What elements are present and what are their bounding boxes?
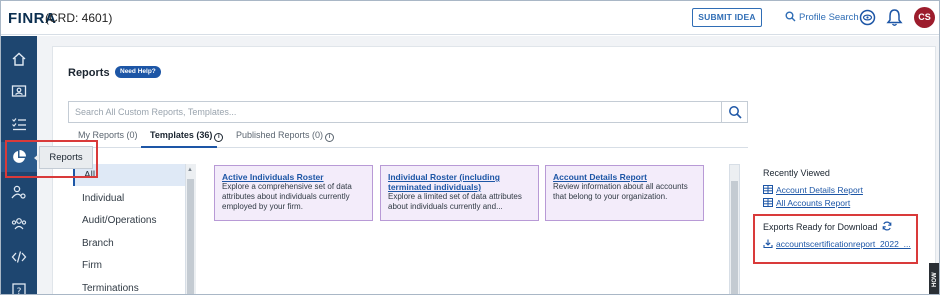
sidebar-item-help[interactable]: ?: [1, 275, 37, 295]
bell-icon[interactable]: [886, 8, 903, 27]
filter-item-terminations[interactable]: Terminations: [82, 283, 139, 294]
recent-report-link[interactable]: Account Details Report: [763, 185, 863, 195]
recent-report-label: All Accounts Report: [776, 198, 851, 208]
tab-templates[interactable]: Templates (36) i: [150, 130, 224, 142]
search-input[interactable]: Search All Custom Reports, Templates...: [75, 107, 236, 117]
need-help-badge[interactable]: Need Help?: [115, 66, 161, 78]
search-button[interactable]: [721, 102, 747, 122]
table-icon: [763, 185, 773, 194]
tab-label: Published Reports (0): [236, 130, 324, 140]
card-description: Review information about all accounts th…: [553, 182, 688, 201]
tab-label: Templates (36): [150, 130, 213, 140]
template-card[interactable]: Account Details Report Review informatio…: [545, 165, 704, 221]
filter-scroll-thumb[interactable]: [187, 179, 194, 294]
recent-report-label: Account Details Report: [776, 185, 863, 195]
sidebar-item-user-settings[interactable]: [1, 177, 37, 207]
highlight-box-exports: [753, 214, 918, 264]
search-icon: [785, 11, 796, 22]
template-card[interactable]: Active Individuals Roster Explore a comp…: [214, 165, 373, 221]
card-title[interactable]: Account Details Report: [553, 172, 696, 182]
profile-search-label: Profile Search: [799, 12, 859, 23]
info-icon[interactable]: i: [214, 133, 224, 142]
sidebar-item-home[interactable]: [1, 44, 37, 74]
filter-item-branch[interactable]: Branch: [82, 238, 114, 249]
recent-report-link[interactable]: All Accounts Report: [763, 198, 850, 208]
tab-my-reports[interactable]: My Reports (0): [78, 130, 138, 140]
user-settings-icon: [11, 185, 26, 199]
highlight-box-reports: [5, 140, 98, 178]
content-scroll-thumb[interactable]: [731, 181, 738, 294]
recently-viewed-heading: Recently Viewed: [763, 168, 830, 178]
home-icon: [12, 52, 26, 66]
sidebar-item-tasks[interactable]: [1, 109, 37, 139]
sidebar-item-developer[interactable]: [1, 242, 37, 272]
tab-published-reports[interactable]: Published Reports (0) i: [236, 130, 335, 142]
id-card-icon: [11, 85, 27, 97]
card-title[interactable]: Individual Roster (including terminated …: [388, 172, 531, 192]
sidebar-item-profile[interactable]: [1, 76, 37, 106]
tab-label: My Reports (0): [78, 130, 138, 140]
report-search-bar[interactable]: Search All Custom Reports, Templates...: [68, 101, 748, 123]
active-tab-indicator: [141, 146, 217, 148]
how-feedback-tab[interactable]: HOW: [929, 263, 939, 294]
card-title[interactable]: Active Individuals Roster: [222, 172, 365, 182]
submit-idea-button[interactable]: SUBMIT IDEA: [692, 8, 762, 27]
filter-item-firm[interactable]: Firm: [82, 260, 102, 271]
top-header: FINRA (CRD: 4601) SUBMIT IDEA Profile Se…: [1, 1, 939, 35]
user-avatar[interactable]: CS: [914, 7, 935, 28]
card-description: Explore a limited set of data attributes…: [388, 192, 522, 211]
crd-label: (CRD: 4601): [45, 11, 113, 25]
filter-item-individual[interactable]: Individual: [82, 193, 124, 204]
app-window: FINRA (CRD: 4601) SUBMIT IDEA Profile Se…: [0, 0, 940, 295]
svg-text:?: ?: [17, 287, 22, 295]
sidebar-item-users[interactable]: [1, 209, 37, 239]
report-tabs: My Reports (0) Templates (36) i Published…: [68, 127, 748, 148]
card-description: Explore a comprehensive set of data attr…: [222, 182, 352, 211]
view-history-icon[interactable]: [858, 8, 877, 27]
help-icon: ?: [12, 283, 26, 295]
users-icon: [11, 218, 27, 230]
template-card[interactable]: Individual Roster (including terminated …: [380, 165, 539, 221]
table-icon: [763, 198, 773, 207]
code-icon: [11, 251, 27, 263]
checklist-icon: [12, 118, 26, 131]
scroll-up-icon[interactable]: ▲: [187, 167, 193, 173]
search-icon: [729, 106, 742, 119]
info-icon[interactable]: i: [325, 133, 335, 142]
filter-item-audit-operations[interactable]: Audit/Operations: [82, 215, 157, 226]
page-title: Reports: [68, 67, 110, 79]
